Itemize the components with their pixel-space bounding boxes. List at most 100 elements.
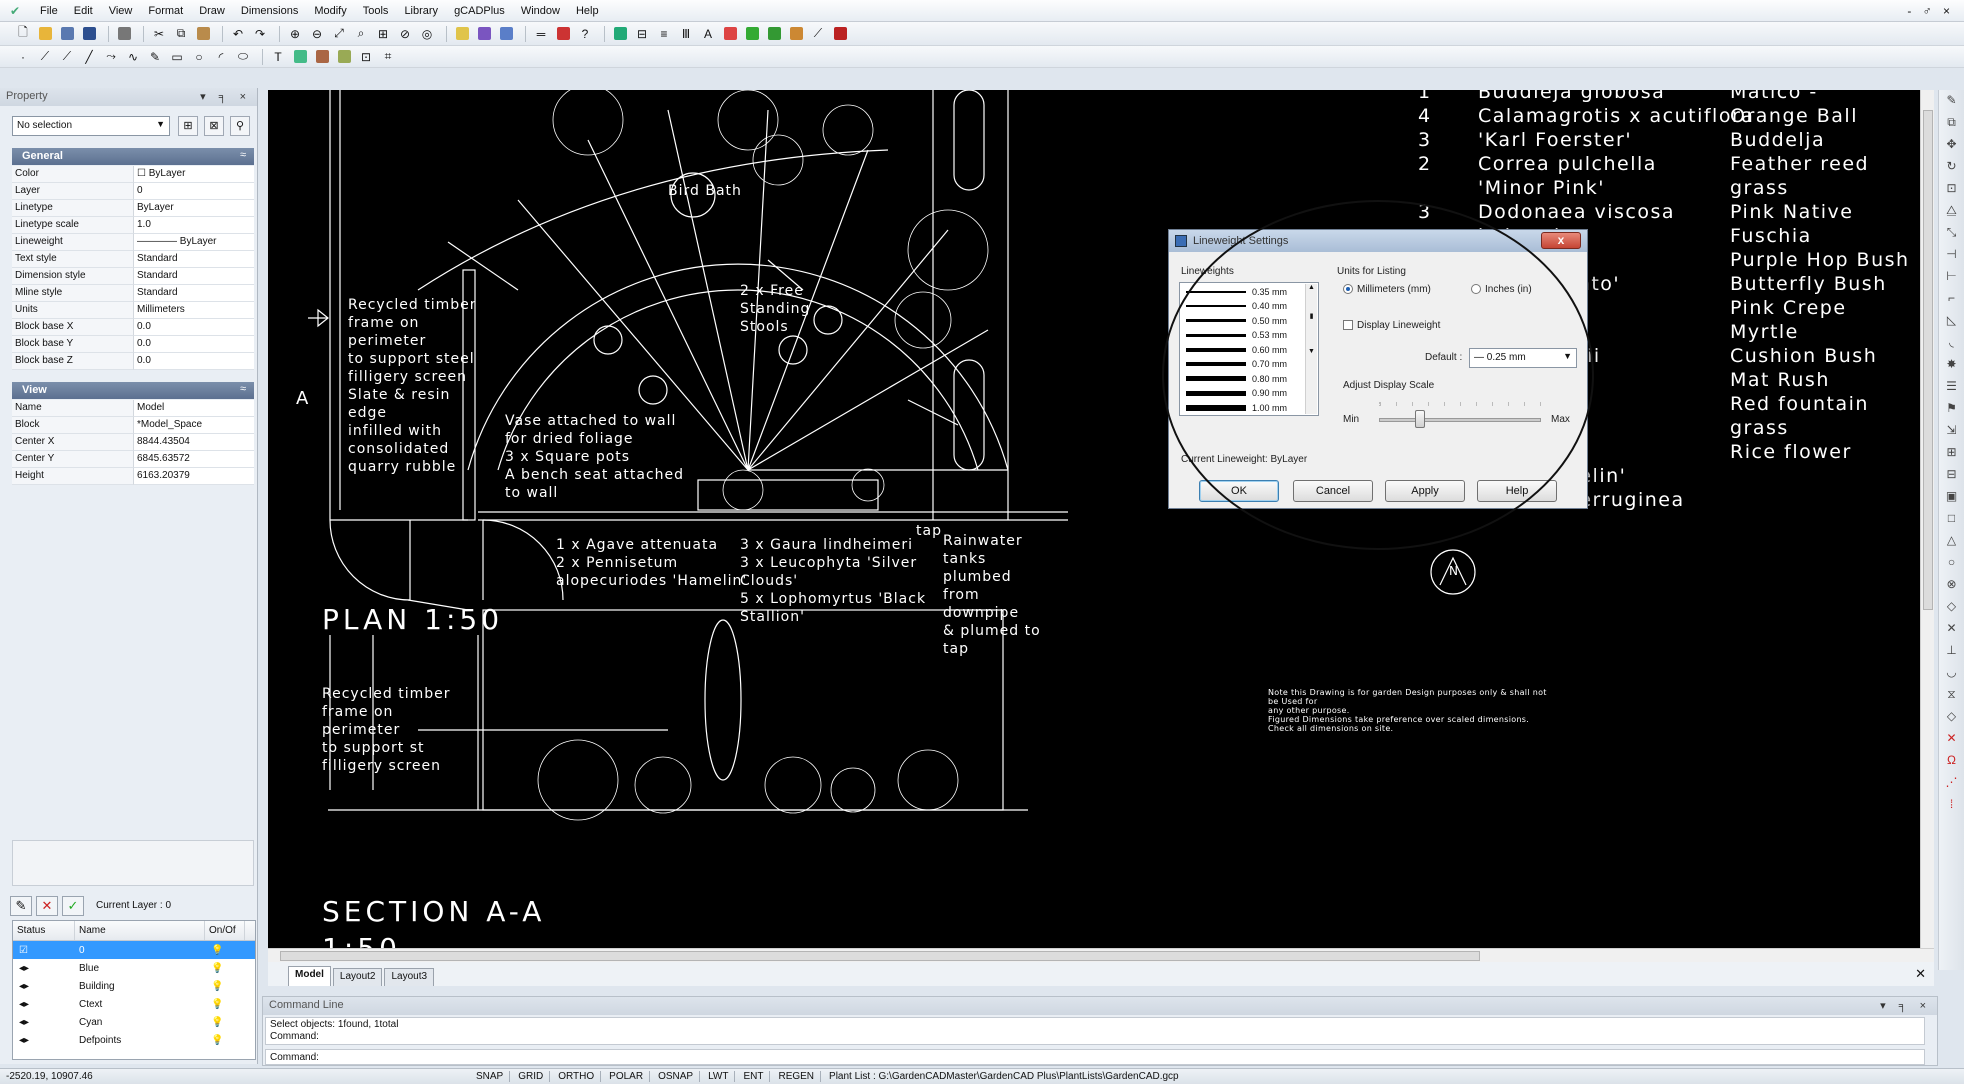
menu-window[interactable]: Window <box>513 5 568 17</box>
property-value[interactable]: 6163.20379 <box>134 468 254 485</box>
lightbulb-icon[interactable]: 💡 <box>205 963 235 974</box>
lineweight-item[interactable]: 0.70 mm <box>1186 358 1312 371</box>
column-name[interactable]: Name <box>75 921 205 940</box>
property-row[interactable]: Center Y 6845.63572 <box>12 451 254 468</box>
save-as-icon[interactable] <box>58 25 76 43</box>
hatch-icon[interactable] <box>335 48 353 66</box>
spline-icon[interactable]: ∿ <box>124 48 142 66</box>
menu-file[interactable]: File <box>32 5 66 17</box>
plant-tool-10-icon[interactable]: ⟋ <box>809 25 827 43</box>
property-row[interactable]: Units Millimeters <box>12 302 254 319</box>
lineweight-item[interactable]: 0.80 mm <box>1186 372 1312 385</box>
explode-icon[interactable]: ✸ <box>1943 357 1961 375</box>
property-row[interactable]: Lineweight ———— ByLayer <box>12 234 254 251</box>
grid-tool-2-icon[interactable] <box>475 25 493 43</box>
property-value[interactable]: 0.0 <box>134 319 254 336</box>
snap-grid-icon[interactable]: ⁞ <box>1943 797 1961 815</box>
collapse-icon[interactable]: ≈ <box>240 383 246 395</box>
lightbulb-icon[interactable]: 💡 <box>205 1017 235 1028</box>
snap-intersection-icon[interactable]: ✕ <box>1943 621 1961 639</box>
vertical-scroll-thumb[interactable] <box>1923 110 1933 610</box>
lineweights-list[interactable]: 0.35 mm 0.40 mm 0.50 mm 0.53 mm 0.60 mm 0.70 … <box>1179 282 1319 416</box>
plant-tool-2-icon[interactable]: ⊟ <box>633 25 651 43</box>
property-row[interactable]: Mline style Standard <box>12 285 254 302</box>
align-icon[interactable]: ⊟ <box>1943 467 1961 485</box>
menu-modify[interactable]: Modify <box>306 5 354 17</box>
snap-magnet-icon[interactable]: Ω <box>1943 753 1961 771</box>
layer-row[interactable]: ☑ 0 💡 <box>13 941 255 959</box>
plant-tool-4-icon[interactable]: Ⅲ <box>677 25 695 43</box>
print-icon[interactable] <box>115 25 133 43</box>
radio-unselected-icon[interactable] <box>1471 284 1481 295</box>
paint-icon[interactable] <box>554 25 572 43</box>
property-row[interactable]: Text style Standard <box>12 251 254 268</box>
plant-tool-5-icon[interactable]: A <box>699 25 717 43</box>
set-current-layer-icon[interactable]: ✓ <box>62 896 84 916</box>
mirror-icon[interactable]: ⧋ <box>1943 203 1961 221</box>
match-icon[interactable]: ⚑ <box>1943 401 1961 419</box>
app-icon[interactable]: ✔ <box>10 5 24 17</box>
unit-inches-option[interactable]: Inches (in) <box>1471 284 1532 295</box>
menu-dimensions[interactable]: Dimensions <box>233 5 306 17</box>
property-value[interactable]: 6845.63572 <box>134 451 254 468</box>
rectangle-icon[interactable]: ▭ <box>168 48 186 66</box>
property-row[interactable]: Linetype ByLayer <box>12 200 254 217</box>
tab-layout2[interactable]: Layout2 <box>332 968 383 986</box>
snap-midpoint-icon[interactable]: △ <box>1943 533 1961 551</box>
erase-icon[interactable]: ✎ <box>1943 93 1961 111</box>
lineweight-item[interactable]: 0.35 mm <box>1186 285 1312 298</box>
arc-icon[interactable]: ◜ <box>212 48 230 66</box>
chamfer-icon[interactable]: ◺ <box>1943 313 1961 331</box>
zoom-all-icon[interactable]: ◎ <box>418 25 436 43</box>
table-icon[interactable]: ⌗ <box>379 48 397 66</box>
snap-quadrant-icon[interactable]: ◇ <box>1943 599 1961 617</box>
scale-icon[interactable]: ⤡ <box>1943 225 1961 243</box>
menu-gcadplus[interactable]: gCADPlus <box>446 5 513 17</box>
paste-icon[interactable] <box>194 25 212 43</box>
snap-node-icon[interactable]: ⊗ <box>1943 577 1961 595</box>
zoom-realtime-icon[interactable]: ⤢ <box>330 25 348 43</box>
display-scale-slider-thumb[interactable] <box>1414 410 1425 428</box>
delete-layer-icon[interactable]: ✕ <box>36 896 58 916</box>
general-section-header[interactable]: General ≈ <box>12 148 254 165</box>
snap-nearest-icon[interactable]: ⧖ <box>1943 687 1961 705</box>
lineweight-item[interactable]: 0.50 mm <box>1186 314 1312 327</box>
lineweight-item[interactable]: 0.90 mm <box>1186 387 1312 400</box>
layer-status-icon[interactable]: ◂▸ <box>13 1017 75 1028</box>
quick-select-icon[interactable]: ⊠ <box>204 116 224 136</box>
plant-tool-1-icon[interactable] <box>611 25 629 43</box>
lightbulb-icon[interactable]: 💡 <box>205 999 235 1010</box>
layer-status-icon[interactable]: ◂▸ <box>13 1035 75 1046</box>
grid-tool-3-icon[interactable] <box>497 25 515 43</box>
zoom-extents-icon[interactable]: ⊞ <box>374 25 392 43</box>
property-value[interactable]: 8844.43504 <box>134 434 254 451</box>
menu-tools[interactable]: Tools <box>355 5 397 17</box>
layer-status-icon[interactable]: ◂▸ <box>13 999 75 1010</box>
snap-endpoint-icon[interactable]: □ <box>1943 511 1961 529</box>
ellipse-icon[interactable]: ⬭ <box>234 48 252 66</box>
property-row[interactable]: Block *Model_Space <box>12 417 254 434</box>
property-value[interactable]: 0 <box>134 183 254 200</box>
plant-tool-7-icon[interactable] <box>743 25 761 43</box>
group-icon[interactable]: ▣ <box>1943 489 1961 507</box>
menu-edit[interactable]: Edit <box>66 5 101 17</box>
menu-library[interactable]: Library <box>396 5 446 17</box>
text-icon[interactable]: T <box>269 48 287 66</box>
new-icon[interactable]: 🗋 <box>14 25 32 43</box>
snap-perpendicular-icon[interactable]: ⊥ <box>1943 643 1961 661</box>
lineweight-item[interactable]: 0.60 mm <box>1186 343 1312 356</box>
new-layer-icon[interactable]: ✎ <box>10 896 32 916</box>
save-icon[interactable] <box>80 25 98 43</box>
snap-tangent-icon[interactable]: ◡ <box>1943 665 1961 683</box>
line-icon[interactable]: ⟋ <box>36 48 54 66</box>
property-panel-controls[interactable]: ▾ ╕ × <box>200 90 251 104</box>
drawing-canvas[interactable]: Bird Bath 2 x Free Standing Stools Recyc… <box>268 90 1930 948</box>
horizontal-scroll-thumb[interactable] <box>280 951 1480 961</box>
property-row[interactable]: Color ☐ ByLayer <box>12 166 254 183</box>
osnap-toggle[interactable]: OSNAP <box>652 1071 701 1082</box>
grid-toggle[interactable]: GRID <box>512 1071 551 1082</box>
cancel-button[interactable]: Cancel <box>1293 480 1373 502</box>
grid-tool-1-icon[interactable] <box>453 25 471 43</box>
display-scale-slider[interactable] <box>1379 418 1541 422</box>
lightbulb-icon[interactable]: 💡 <box>205 1035 235 1046</box>
